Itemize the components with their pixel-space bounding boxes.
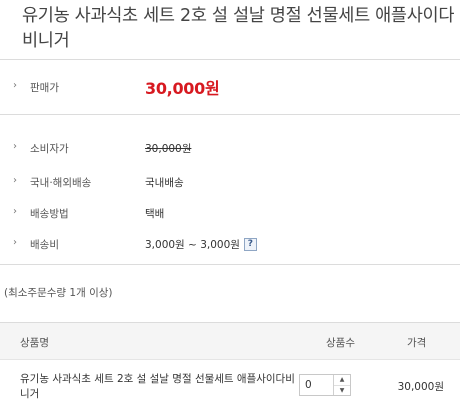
chevron-right-icon: ›: [13, 175, 17, 186]
chevron-right-icon: ›: [13, 141, 17, 152]
shipping-method-value: 택배: [145, 207, 165, 220]
consumer-price-value: 30,000원: [145, 142, 192, 155]
shipping-type-label: 국내·해외배송: [30, 176, 92, 189]
shipping-method-row: › 배송방법 택배: [0, 198, 460, 228]
min-order-note: (최소주문수량 1개 이상): [4, 287, 113, 299]
consumer-price-row: › 소비자가 30,000원: [0, 133, 460, 163]
sale-price-label: 판매가: [30, 81, 59, 94]
divider: [0, 114, 460, 115]
divider: [0, 59, 460, 60]
col-header-qty: 상품수: [326, 337, 355, 349]
help-icon[interactable]: ?: [243, 237, 257, 251]
stepper-arrows: ▲ ▼: [333, 375, 350, 395]
shipping-fee-value-wrap: 3,000원 ~ 3,000원 ?: [145, 237, 257, 252]
sale-price-row: › 판매가 30,000원: [0, 72, 460, 102]
quantity-input[interactable]: [300, 375, 333, 395]
shipping-fee-row: › 배송비 3,000원 ~ 3,000원 ?: [0, 229, 460, 259]
shipping-fee-value: 3,000원 ~ 3,000원: [145, 238, 240, 251]
chevron-right-icon: ›: [13, 237, 17, 248]
consumer-price-label: 소비자가: [30, 142, 69, 155]
chevron-right-icon: ›: [13, 80, 17, 91]
decrement-arrow-icon[interactable]: ▼: [334, 386, 350, 396]
divider: [0, 264, 460, 265]
row-product-name: 유기농 사과식초 세트 2호 설 설날 명절 선물세트 애플사이다비니거: [20, 373, 295, 400]
shipping-method-label: 배송방법: [30, 207, 69, 220]
col-header-price: 가격: [407, 337, 427, 349]
row-price: 30,000원: [397, 381, 444, 393]
quantity-stepper[interactable]: ▲ ▼: [299, 374, 351, 396]
product-title: 유기농 사과식초 세트 2호 설 설날 명절 선물세트 애플사이다비니거: [22, 6, 455, 51]
table-header: 상품명 상품수 가격: [0, 322, 460, 360]
chevron-right-icon: ›: [13, 206, 17, 217]
col-header-name: 상품명: [20, 337, 49, 349]
shipping-type-value: 국내배송: [145, 176, 184, 189]
increment-arrow-icon[interactable]: ▲: [334, 375, 350, 386]
shipping-type-row: › 국내·해외배송 국내배송: [0, 167, 460, 197]
table-row: 유기농 사과식초 세트 2호 설 설날 명절 선물세트 애플사이다비니거: [0, 360, 460, 413]
shipping-fee-label: 배송비: [30, 238, 59, 251]
sale-price-value: 30,000원: [145, 79, 220, 98]
